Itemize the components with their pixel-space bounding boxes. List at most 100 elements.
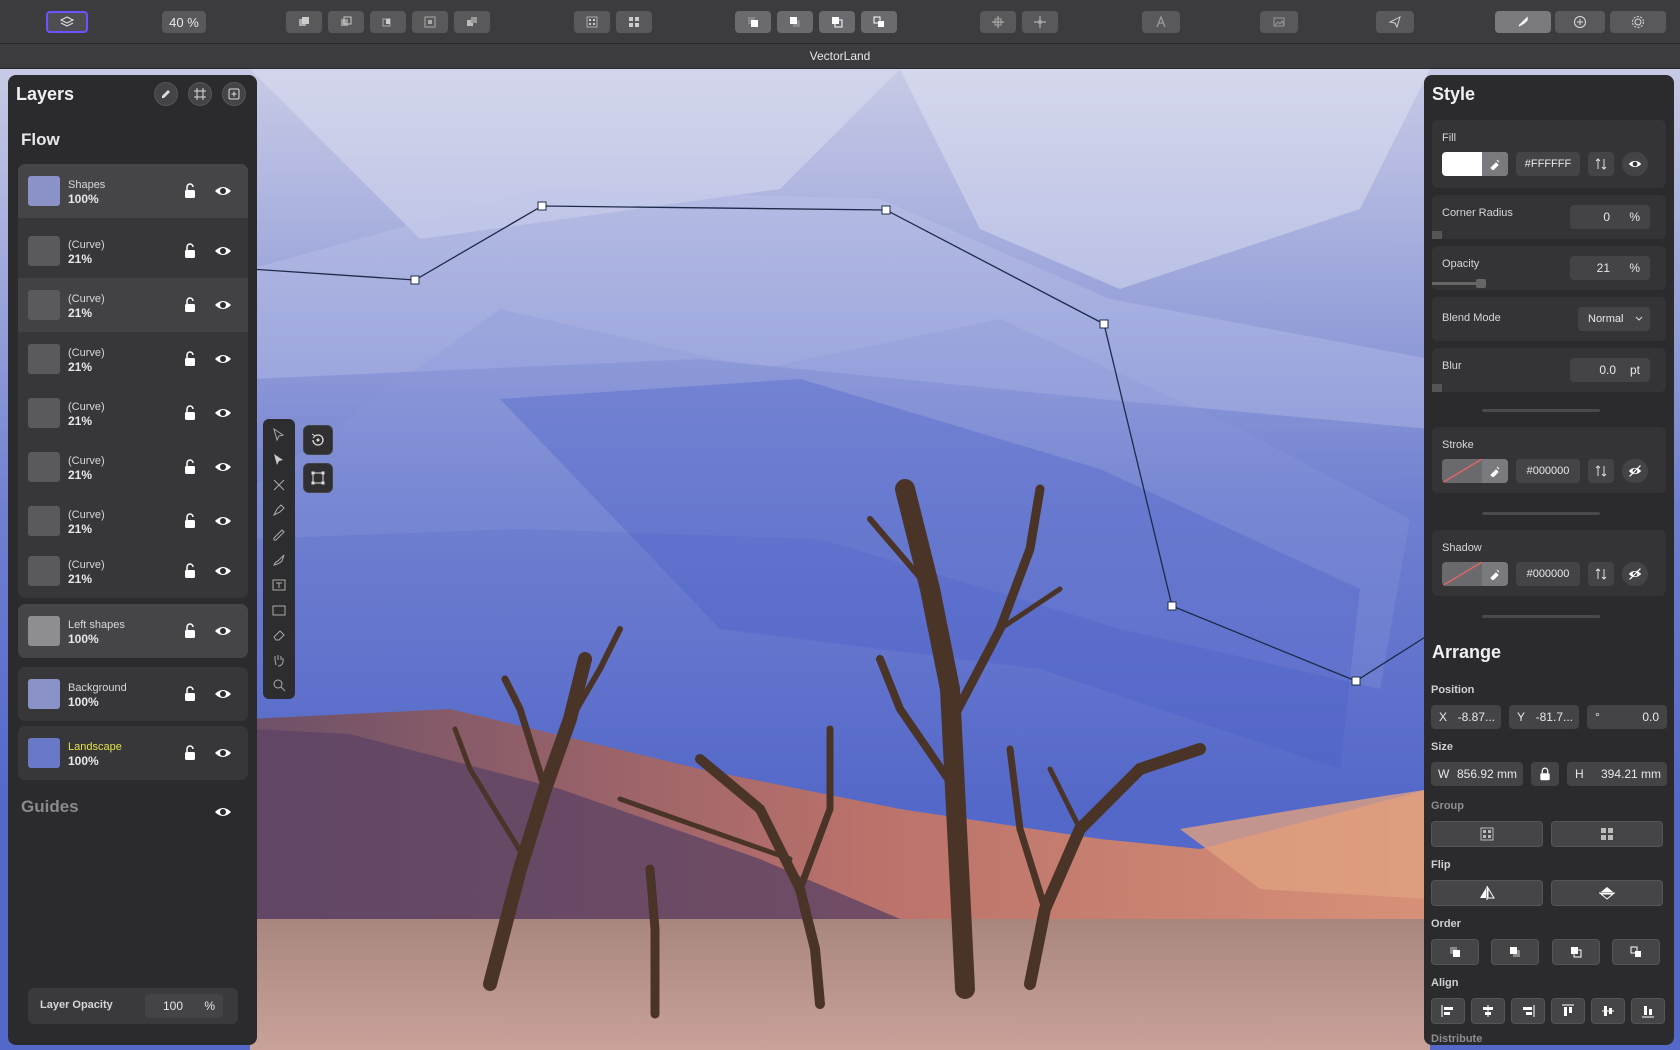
height-input[interactable]: H 394.21 mm [1567,762,1667,786]
align-bottom-button[interactable] [1631,998,1665,1024]
eye-icon[interactable] [214,404,232,422]
opacity-input[interactable]: 21 % [1570,256,1650,280]
boolean-exclude-button[interactable] [412,11,448,33]
transform-button[interactable] [303,463,333,493]
layer-row-curve[interactable]: (Curve) 21% [18,386,248,440]
node-pointer-icon[interactable] [271,452,287,468]
rotate-button[interactable] [303,425,333,455]
layer-row-curve[interactable]: (Curve) 21% [18,278,248,332]
ungroup-button[interactable] [616,11,652,33]
add-layer-button[interactable] [222,82,246,106]
eyedropper-icon[interactable] [1489,568,1501,580]
send-to-back-button[interactable] [861,11,897,33]
layer-opacity-input[interactable]: 100 % [145,994,223,1018]
eye-icon[interactable] [214,685,232,703]
layer-row-landscape[interactable]: Landscape 100% [18,726,248,780]
boolean-union-button[interactable] [286,11,322,33]
text-tool-button[interactable] [1142,11,1180,33]
boolean-intersect-button[interactable] [370,11,406,33]
eraser-icon[interactable] [271,627,287,643]
eye-icon[interactable] [214,350,232,368]
unlock-icon[interactable] [181,685,199,703]
unlock-icon[interactable] [181,404,199,422]
send-backward-button[interactable] [819,11,855,33]
insert-button[interactable] [1555,11,1605,33]
stroke-swap-button[interactable] [1588,459,1614,483]
artboard-button[interactable] [188,82,212,106]
layer-row-shapes[interactable]: Shapes 100% [18,164,248,218]
layer-row-left-shapes[interactable]: Left shapes 100% [18,604,248,658]
position-x-input[interactable]: X -8.87... [1431,705,1501,729]
scissors-icon[interactable] [271,477,287,493]
corner-radius-slider-handle[interactable] [1432,231,1442,239]
unlock-icon[interactable] [181,458,199,476]
pen-icon[interactable] [271,502,287,518]
shadow-hex-input[interactable]: #000000 [1516,562,1580,586]
flip-vertical-button[interactable] [1551,880,1663,906]
eye-icon[interactable] [214,803,232,821]
align-center-button[interactable] [980,11,1016,33]
blend-mode-select[interactable]: Normal [1578,307,1650,331]
eye-icon[interactable] [214,242,232,260]
order-front-button[interactable] [1431,939,1479,965]
fill-hex-input[interactable]: #FFFFFF [1516,152,1580,176]
zoom-icon[interactable] [271,677,287,693]
eye-icon[interactable] [214,296,232,314]
unlock-icon[interactable] [181,512,199,530]
eyedropper-icon[interactable] [1489,158,1501,170]
stroke-visibility-toggle[interactable] [1622,459,1648,483]
fill-visibility-toggle[interactable] [1622,152,1648,176]
ungroup-objects-button[interactable] [1551,821,1663,847]
settings-button[interactable] [1610,11,1666,33]
boolean-divide-button[interactable] [454,11,490,33]
edit-layer-button[interactable] [154,82,178,106]
fill-swap-button[interactable] [1588,152,1614,176]
align-right-button[interactable] [1511,998,1545,1024]
distribute-button[interactable] [1022,11,1058,33]
order-forward-button[interactable] [1491,939,1539,965]
unlock-icon[interactable] [181,182,199,200]
text-box-icon[interactable] [271,577,287,593]
blur-row[interactable]: Blur 0.0 pt [1432,348,1666,392]
corner-radius-input[interactable]: 0 % [1570,205,1650,229]
align-left-button[interactable] [1431,998,1465,1024]
opacity-slider-handle[interactable] [1476,279,1486,288]
unlock-icon[interactable] [181,242,199,260]
opacity-row[interactable]: Opacity 21 % [1432,246,1666,290]
eye-icon[interactable] [214,562,232,580]
group-button[interactable] [574,11,610,33]
corner-radius-row[interactable]: Corner Radius 0 % [1432,195,1666,239]
blur-input[interactable]: 0.0 pt [1570,358,1650,382]
rotation-input[interactable]: ° 0.0 [1587,705,1667,729]
eye-icon[interactable] [214,182,232,200]
share-button[interactable] [1376,11,1414,33]
shadow-color-well[interactable] [1442,562,1508,586]
eye-icon[interactable] [214,744,232,762]
group-objects-button[interactable] [1431,821,1543,847]
brush-icon[interactable] [271,552,287,568]
layers-toggle-button[interactable] [46,11,88,33]
blur-slider-handle[interactable] [1432,384,1442,392]
flip-horizontal-button[interactable] [1431,880,1543,906]
layer-row-curve[interactable]: (Curve) 21% [18,544,248,598]
order-back-button[interactable] [1612,939,1660,965]
image-button[interactable] [1260,11,1298,33]
layer-row-curve[interactable]: (Curve) 21% [18,440,248,494]
layer-row-curve[interactable]: (Curve) 21% [18,332,248,386]
shadow-visibility-toggle[interactable] [1622,562,1648,586]
order-backward-button[interactable] [1552,939,1600,965]
bring-forward-button[interactable] [777,11,813,33]
align-center-horizontal-button[interactable] [1471,998,1505,1024]
unlock-icon[interactable] [181,744,199,762]
zoom-level-button[interactable]: 40 % [162,11,206,33]
eye-icon[interactable] [214,512,232,530]
stroke-hex-input[interactable]: #000000 [1516,459,1580,483]
fill-color-well[interactable] [1442,152,1508,176]
boolean-subtract-button[interactable] [328,11,364,33]
unlock-icon[interactable] [181,622,199,640]
aspect-lock-button[interactable] [1531,762,1559,786]
style-panel-toggle-button[interactable] [1495,11,1551,33]
layer-row-curve[interactable]: (Curve) 21% [18,224,248,278]
pointer-icon[interactable] [271,427,287,443]
unlock-icon[interactable] [181,350,199,368]
